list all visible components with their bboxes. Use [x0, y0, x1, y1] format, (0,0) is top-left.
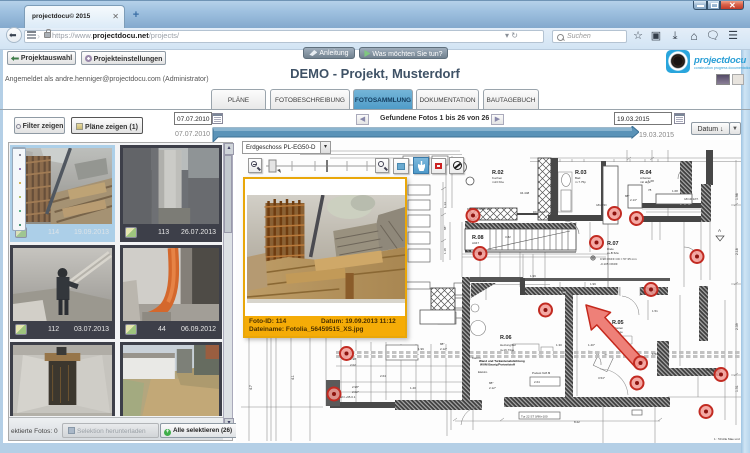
svg-text:2.02°: 2.02°	[352, 390, 360, 394]
svg-text:3.54°: 3.54°	[598, 376, 606, 380]
svg-text:4.1: 4.1	[291, 375, 295, 380]
svg-text:Kamin: Kamin	[472, 356, 481, 360]
svg-text:m13 Kbe: m13 Kbe	[492, 180, 504, 184]
svg-text:88°: 88°	[562, 289, 567, 293]
svg-text:4+16.73qe: 4+16.73qe	[500, 348, 515, 352]
svg-text:1 : 50 Alle Mae und: 1 : 50 Alle Mae und	[714, 437, 740, 441]
svg-text:88°: 88°	[489, 381, 494, 385]
svg-text:2.13°: 2.13°	[630, 198, 638, 202]
svg-text:1.30: 1.30	[556, 343, 562, 347]
svg-text:R.06: R.06	[500, 335, 512, 341]
svg-text:2.02: 2.02	[350, 363, 356, 367]
svg-text:3.82: 3.82	[505, 235, 511, 239]
svg-text:4.7: 4.7	[249, 385, 253, 390]
svg-text:1.18: 1.18	[443, 248, 447, 254]
svg-text:1.14: 1.14	[443, 202, 447, 208]
svg-text:Heizung/fler: Heizung/fler	[500, 343, 516, 347]
svg-text:2.98°: 2.98°	[352, 385, 360, 389]
svg-text:DN 100 EXT.: DN 100 EXT.	[533, 211, 548, 214]
svg-text:1.51: 1.51	[652, 352, 658, 356]
svg-text:2.64: 2.64	[380, 374, 386, 378]
svg-text:A+B 62a: A+B 62a	[607, 251, 619, 255]
svg-text:1.68: 1.68	[672, 189, 678, 193]
svg-text:GB 100 EXT.: GB 100 EXT.	[684, 198, 699, 201]
svg-text:GB 25/23: GB 25/23	[596, 204, 607, 207]
svg-text:m 7.75p: m 7.75p	[575, 180, 586, 184]
svg-text:1.99: 1.99	[590, 282, 596, 286]
svg-text:1.68: 1.68	[648, 179, 654, 183]
svg-text:WUM Beariç/Porteelstoff: WUM Beariç/Porteelstoff	[480, 363, 515, 367]
svg-text:A047: A047	[472, 241, 479, 245]
svg-text:78: 78	[648, 188, 652, 192]
svg-text:0.98 OKFF CD = 57.35 mm: 0.98 OKFF CD = 57.35 mm	[600, 257, 637, 261]
svg-text:1.99: 1.99	[530, 274, 536, 278]
svg-text:2.64: 2.64	[534, 380, 540, 384]
svg-text:1.40: 1.40	[410, 386, 416, 390]
svg-text:2.12°: 2.12°	[440, 347, 448, 351]
svg-text:88°: 88°	[443, 225, 447, 230]
svg-text:1.40: 1.40	[480, 279, 486, 283]
svg-text:A: A	[718, 228, 721, 233]
svg-text:1.40°: 1.40°	[588, 343, 596, 347]
svg-text:Tur 22 ST 0/96+100: Tur 22 ST 0/96+100	[521, 415, 548, 419]
svg-text:Elektro: Elektro	[478, 370, 488, 374]
svg-text:1.98: 1.98	[735, 193, 739, 200]
svg-text:Podest 9x8.8l: Podest 9x8.8l	[532, 371, 551, 375]
svg-text:88°: 88°	[440, 342, 445, 346]
svg-text:2.39: 2.39	[735, 323, 739, 330]
svg-text:1.51: 1.51	[735, 385, 739, 392]
svg-text:04.448: 04.448	[520, 191, 530, 195]
svg-text:1.51: 1.51	[652, 309, 658, 313]
svg-text:1.99: 1.99	[418, 347, 424, 351]
svg-text:8.22: 8.22	[574, 420, 580, 424]
svg-text:-0.105 OKRF: -0.105 OKRF	[600, 262, 618, 266]
svg-text:2.12°: 2.12°	[489, 386, 497, 390]
svg-text:2.18: 2.18	[735, 248, 739, 255]
